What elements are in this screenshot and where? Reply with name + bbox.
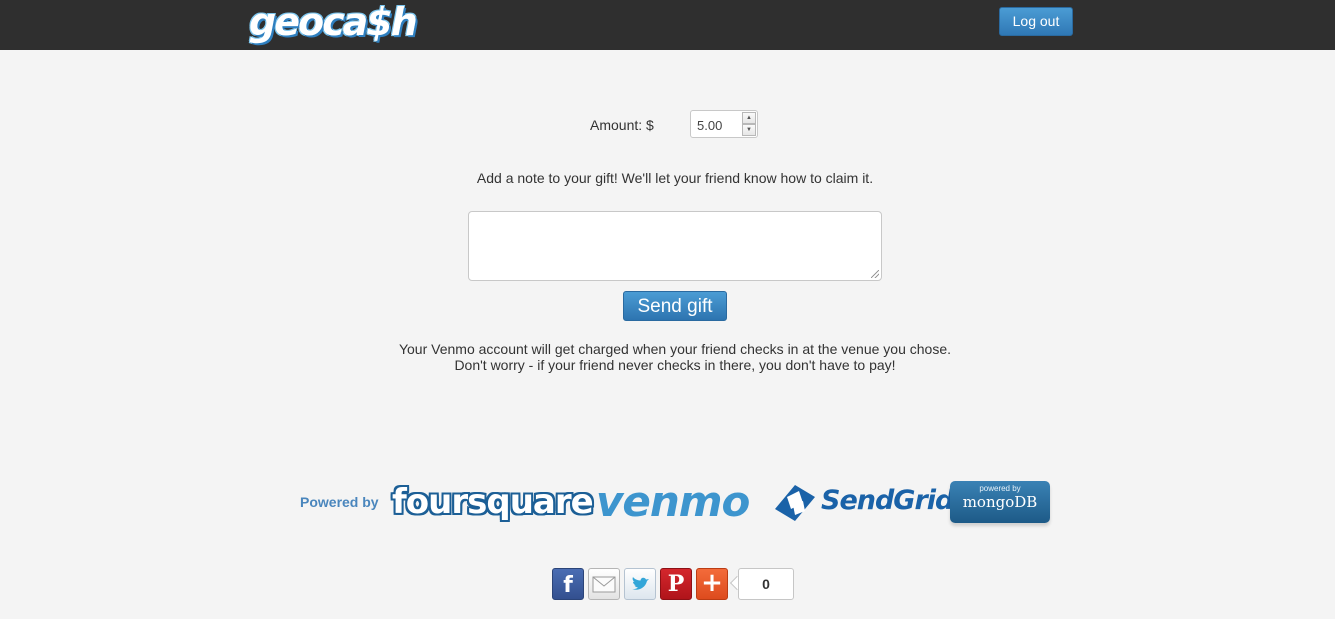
mongodb-wordmark: mongoDB: [962, 493, 1038, 511]
share-count: 0: [738, 568, 794, 600]
charge-notice-line1: Your Venmo account will get charged when…: [398, 341, 952, 357]
amount-label: Amount: $: [590, 117, 654, 133]
charge-notice: Your Venmo account will get charged when…: [0, 341, 1335, 373]
plus-icon[interactable]: +: [696, 568, 728, 600]
bird-icon: [632, 577, 649, 590]
amount-increment-button[interactable]: ▲: [742, 112, 756, 124]
amount-input[interactable]: 5.00 ▲ ▼: [690, 110, 758, 138]
sendgrid-text: SendGrid: [821, 485, 954, 516]
envelope-icon: [592, 576, 616, 593]
foursquare-logo[interactable]: foursquare: [392, 474, 594, 530]
geocash-logo[interactable]: geoca$h: [249, 0, 418, 46]
resize-grip-icon[interactable]: [871, 270, 879, 278]
facebook-icon[interactable]: f: [552, 568, 584, 600]
sendgrid-mark-icon: [775, 485, 815, 521]
amount-decrement-button[interactable]: ▼: [742, 124, 756, 136]
mongodb-logo[interactable]: powered by mongoDB: [950, 481, 1050, 523]
email-icon[interactable]: [588, 568, 620, 600]
powered-by-label: Powered by: [300, 494, 379, 510]
send-gift-button[interactable]: Send gift: [623, 291, 727, 321]
logout-button[interactable]: Log out: [999, 7, 1073, 36]
venmo-logo[interactable]: venmo: [596, 476, 750, 528]
top-navbar: geoca$h Log out: [0, 0, 1335, 50]
amount-value: 5.00: [697, 118, 723, 133]
charge-notice-line2: Don't worry - if your friend never check…: [454, 357, 896, 373]
twitter-icon[interactable]: [624, 568, 656, 600]
mongodb-powered-by: powered by: [979, 484, 1021, 493]
note-prompt: Add a note to your gift! We'll let your …: [476, 170, 874, 186]
pinterest-icon[interactable]: P: [660, 568, 692, 600]
gift-note-textarea[interactable]: [468, 211, 882, 281]
